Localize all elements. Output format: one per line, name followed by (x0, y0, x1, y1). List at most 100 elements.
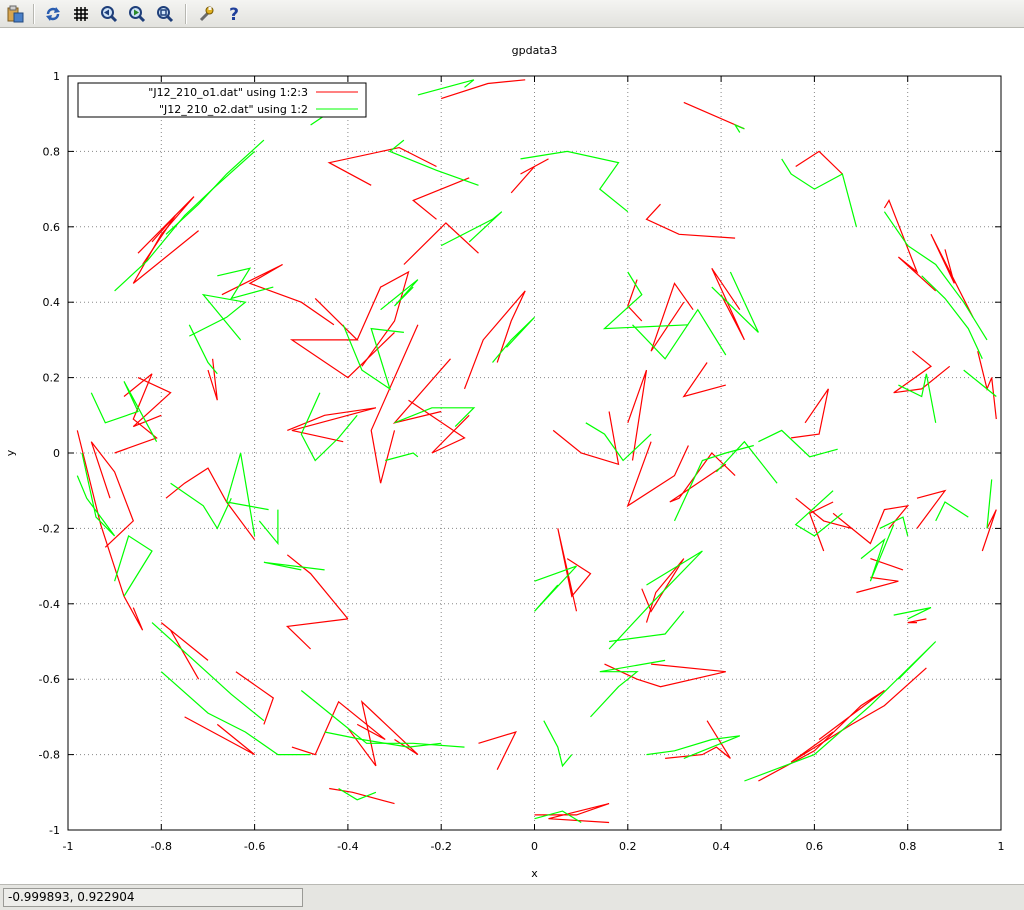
help-icon: ? (229, 5, 239, 23)
replot-button[interactable] (41, 2, 65, 26)
series-1-segment (347, 700, 419, 767)
series-1-segment (851, 504, 910, 545)
x-tick-label: -0.4 (337, 840, 358, 853)
legend-label-series-1: "J12_210_o1.dat" using 1:2:3 (148, 86, 308, 99)
x-tick-label: -1 (63, 840, 74, 853)
statusbar: -0.999893, 0.922904 (0, 884, 1024, 910)
series-1-segment (641, 558, 685, 623)
series-1-segment (441, 79, 526, 100)
x-tick-label: -0.6 (244, 840, 265, 853)
export-button[interactable] (3, 2, 27, 26)
series-1-segment (165, 467, 256, 541)
series-1-segment (287, 407, 377, 443)
series-2-segment (860, 524, 895, 582)
series-2-segment (492, 316, 535, 363)
series-1-segment (856, 576, 899, 594)
series-2-segment (758, 429, 838, 458)
y-tick-label: 0.6 (43, 221, 61, 234)
series-2-segment (165, 139, 265, 235)
y-tick-label: -0.6 (39, 673, 60, 686)
series-1-segment (392, 358, 451, 424)
series-2-segment (963, 369, 997, 397)
y-tick-label: -0.8 (39, 749, 60, 762)
series-1-segment (682, 362, 726, 398)
series-1-segment (286, 554, 349, 620)
series-2 (76, 79, 997, 824)
zoom-previous-icon (101, 6, 118, 23)
series-1-segment (114, 373, 158, 454)
series-1 (76, 79, 997, 824)
series-1-segment (795, 150, 843, 175)
series-1-segment (795, 497, 853, 529)
series-1-segment (711, 267, 745, 341)
svg-text:?: ? (229, 5, 239, 23)
series-2-segment (417, 79, 475, 96)
x-tick-label: 0.4 (712, 840, 730, 853)
series-1-segment (977, 351, 997, 420)
zoom-next-icon (129, 6, 146, 23)
zoom-autoscale-icon (157, 6, 174, 23)
autoscale-button[interactable] (153, 2, 177, 26)
y-tick-label: -0.2 (39, 522, 60, 535)
series-2-segment (114, 534, 153, 597)
series-1-segment (142, 215, 176, 265)
series-1-segment (791, 388, 829, 439)
grid-button[interactable] (69, 2, 93, 26)
y-tick-label: 0.2 (43, 372, 61, 385)
series-2-segment (673, 444, 754, 522)
series-2-segment (879, 516, 909, 537)
series-2-segment (520, 150, 629, 213)
series-2-segment (608, 550, 703, 650)
y-tick-label: 0.4 (43, 296, 61, 309)
chart[interactable]: -1 -0.8 -0.6 -0.4 -0.2 0 0.2 0.4 0.6 0.8 1 -1 -0.8 -0… (0, 28, 1024, 884)
series-1-segment (289, 297, 395, 379)
series-2-segment (385, 452, 419, 462)
grid (68, 76, 1001, 830)
refresh-icon (46, 7, 60, 21)
plot-area[interactable]: -1 -0.8 -0.6 -0.4 -0.2 0 0.2 0.4 0.6 0.8 1 -1 -0.8 -0… (0, 28, 1024, 884)
help-button[interactable]: ? (222, 2, 246, 26)
series-2-segment (151, 622, 265, 722)
series-1-segment (403, 222, 479, 265)
ticks: -1 -0.8 -0.6 -0.4 -0.2 0 0.2 0.4 0.6 0.8 1 -1 -0.8 -0… (39, 70, 1005, 853)
x-tick-label: 0.6 (806, 840, 824, 853)
config-button[interactable] (194, 2, 218, 26)
series-2-segment (602, 271, 689, 330)
series-2-segment (893, 607, 932, 620)
series-2-segment (935, 501, 969, 522)
series-1-segment (907, 618, 927, 624)
coordinate-readout: -0.999893, 0.922904 (3, 888, 303, 907)
x-tick-label: 0.8 (899, 840, 917, 853)
series-2-segment (440, 211, 503, 247)
series-2-segment (781, 158, 857, 227)
series-1-segment (930, 234, 974, 318)
series-2-segment (170, 482, 232, 530)
y-axis-label: y (4, 449, 17, 456)
legend-label-series-2: "J12_210_o2.dat" using 1:2 (159, 103, 308, 116)
zoom-next-button[interactable] (125, 2, 149, 26)
series-1-segment (552, 411, 620, 466)
series-1-segment (132, 196, 199, 284)
series-2-segment (114, 150, 256, 292)
series-2-segment (898, 373, 937, 423)
x-axis-label: x (531, 867, 538, 880)
series-2-segment (744, 641, 937, 782)
y-tick-label: -0.4 (39, 598, 60, 611)
series-2-segment (883, 211, 988, 341)
y-tick-label: 0.8 (43, 145, 61, 158)
series-1-segment (650, 282, 694, 352)
series-2-segment (263, 561, 325, 571)
wrench-icon (199, 6, 214, 22)
series-1-segment (463, 290, 526, 390)
series-2-segment (160, 671, 311, 756)
y-tick-label: -1 (49, 824, 60, 837)
series-1-segment (557, 528, 592, 612)
y-tick-label: 0 (53, 447, 60, 460)
zoom-prev-button[interactable] (97, 2, 121, 26)
series-2-segment (388, 139, 479, 186)
legend: "J12_210_o1.dat" using 1:2:3 "J12_210_o2… (77, 82, 367, 118)
x-tick-label: 1 (998, 840, 1005, 853)
series-1-segment (160, 622, 209, 680)
chart-title: gpdata3 (512, 44, 558, 57)
series-1-segment (285, 618, 348, 650)
